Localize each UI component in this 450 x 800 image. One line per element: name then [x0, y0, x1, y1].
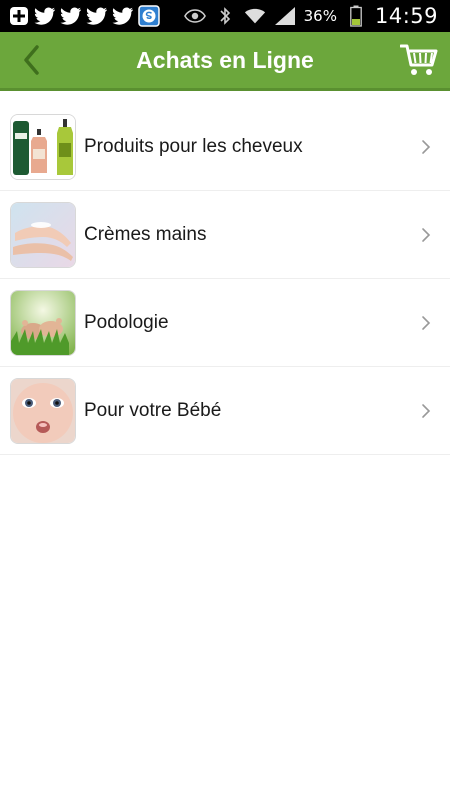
list-item-label: Pour votre Bébé [84, 400, 222, 421]
twitter-icon [112, 5, 134, 27]
battery-icon [345, 5, 367, 27]
page-title: Achats en Ligne [136, 46, 314, 73]
twitter-icon [34, 5, 56, 27]
cart-button[interactable] [398, 40, 440, 80]
chevron-right-icon [422, 316, 431, 330]
battery-percent: 36% [303, 7, 337, 25]
cart-icon [400, 44, 438, 75]
hair-products-image [10, 114, 76, 180]
list-item[interactable]: Produits pour les cheveux [0, 103, 450, 191]
twitter-icon [86, 5, 108, 27]
bluetooth-icon [214, 5, 236, 27]
notification-icons [8, 5, 160, 27]
wifi-icon [244, 5, 266, 27]
chevron-right-icon [422, 140, 431, 154]
clock: 14:59 [374, 4, 438, 28]
back-button[interactable] [14, 42, 50, 78]
chevron-right-icon [422, 228, 431, 242]
baby-image [10, 378, 76, 444]
hand-cream-image [10, 202, 76, 268]
status-bar: 36% 14:59 [0, 0, 450, 32]
signal-icon [274, 5, 296, 27]
list-item[interactable]: Podologie [0, 279, 450, 367]
feet-image [10, 290, 76, 356]
list-item[interactable]: Crèmes mains [0, 191, 450, 279]
system-icons: 36% 14:59 [183, 0, 438, 32]
eye-icon [183, 5, 206, 27]
skype-icon [138, 5, 160, 27]
list-item-label: Crèmes mains [84, 224, 207, 245]
list-item[interactable]: Pour votre Bébé [0, 367, 450, 455]
chevron-left-icon [24, 45, 39, 75]
app-header: Achats en Ligne [0, 32, 450, 91]
list-item-label: Podologie [84, 312, 169, 333]
plus-icon [8, 5, 30, 27]
chevron-right-icon [422, 404, 431, 418]
twitter-icon [60, 5, 82, 27]
category-list: Produits pour les cheveux Crèmes mains P… [0, 103, 450, 455]
list-item-label: Produits pour les cheveux [84, 136, 303, 157]
